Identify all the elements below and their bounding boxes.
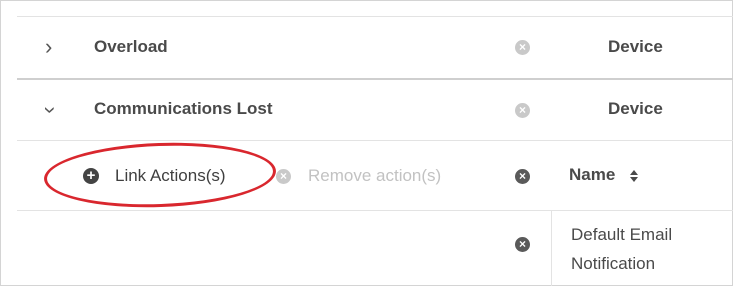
divider <box>17 16 733 17</box>
column-divider <box>551 210 552 286</box>
sort-icon <box>630 170 638 182</box>
remove-actions-label: Remove action(s) <box>308 166 442 185</box>
action-name-line2: Notification <box>571 254 656 273</box>
link-actions-label: Link Actions(s) <box>115 166 226 185</box>
close-circle-icon[interactable]: × <box>515 169 530 184</box>
alarm-type: Device <box>608 37 663 56</box>
close-circle-icon: × <box>276 169 291 184</box>
divider <box>17 210 733 211</box>
close-circle-icon[interactable]: × <box>515 237 530 252</box>
plus-circle-icon: + <box>83 168 99 184</box>
chevron-down-icon[interactable]: › <box>39 106 64 113</box>
divider <box>17 140 733 141</box>
close-circle-icon[interactable]: × <box>515 40 530 55</box>
alarm-label: Overload <box>94 37 168 56</box>
name-header-label: Name <box>569 165 616 184</box>
divider <box>17 78 733 80</box>
close-circle-icon[interactable]: × <box>515 103 530 118</box>
chevron-right-icon[interactable]: › <box>45 36 52 58</box>
action-name-line1: Default Email <box>571 225 673 244</box>
alarm-type: Device <box>608 99 663 118</box>
alarm-label: Communications Lost <box>94 99 273 118</box>
